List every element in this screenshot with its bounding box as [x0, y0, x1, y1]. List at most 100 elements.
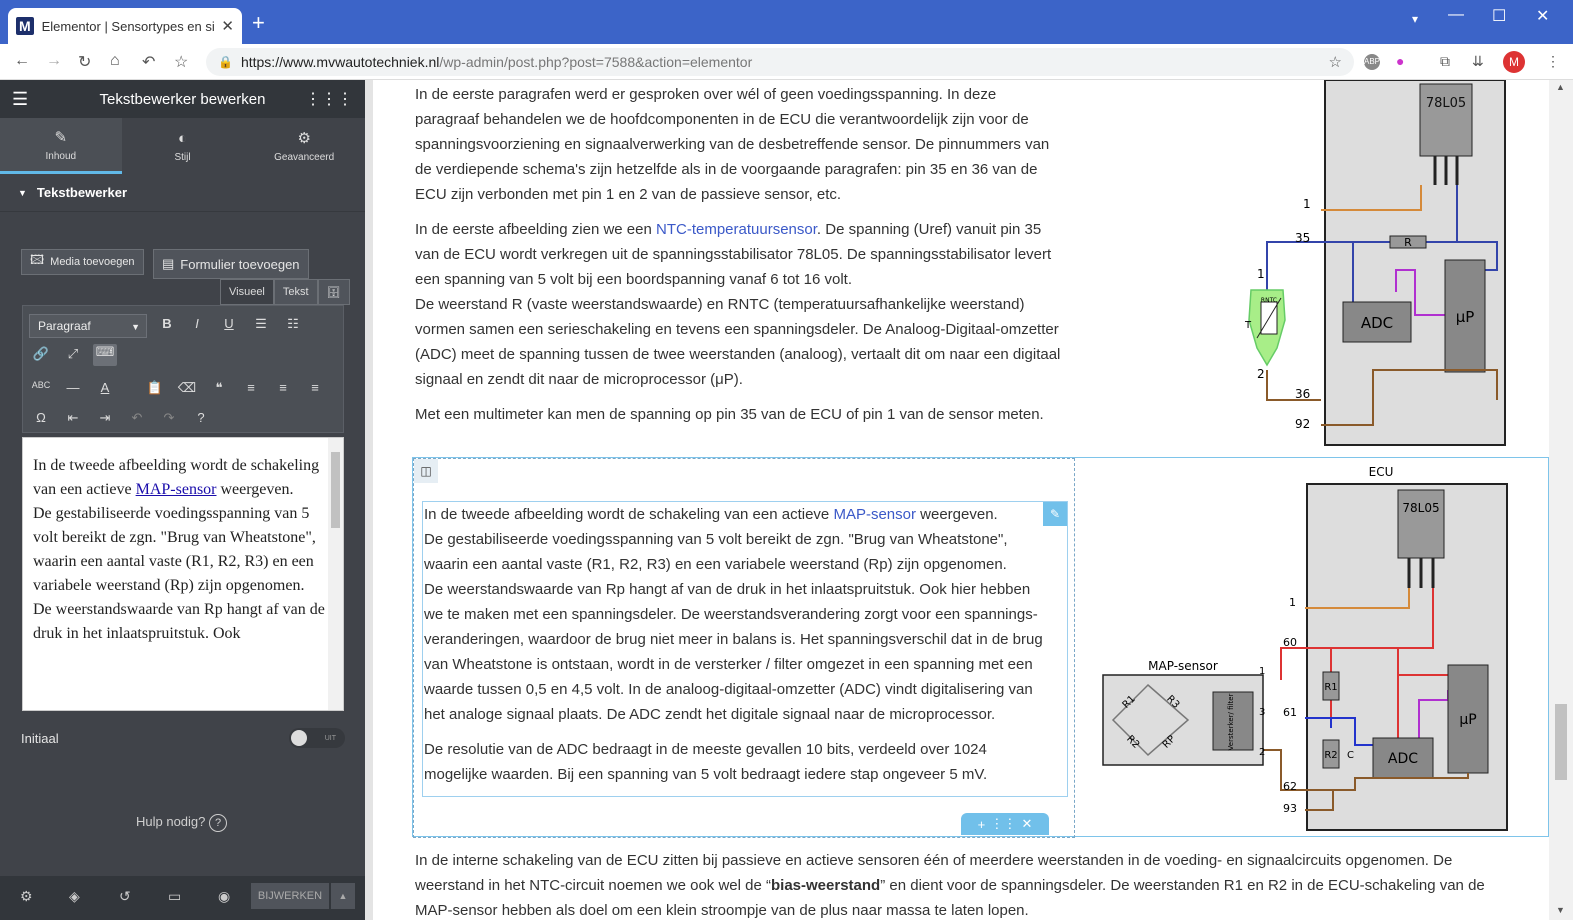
scroll-down-icon[interactable]: ▼ [1556, 905, 1565, 915]
tab-search-icon[interactable]: ▾ [1412, 12, 1418, 26]
add-section-icon[interactable]: + [978, 817, 986, 832]
tab-text[interactable]: Tekst [273, 279, 318, 305]
ntc-link[interactable]: NTC-temperatuursensor [656, 221, 817, 238]
forward-icon[interactable]: → [46, 52, 62, 70]
add-media-label: Media toevoegen [50, 256, 135, 268]
drag-handle-icon[interactable]: ⋮⋮ [990, 816, 1016, 832]
editor-scrollbar[interactable] [328, 438, 343, 710]
outdent-icon[interactable]: ⇤ [63, 410, 83, 426]
adc-label: ADC [1361, 314, 1393, 332]
back-icon[interactable]: ← [14, 52, 30, 70]
update-button[interactable]: BIJWERKEN [251, 883, 329, 909]
initial-label: Initiaal [21, 731, 59, 746]
text-color-icon[interactable]: A [95, 380, 115, 395]
horizontal-line-icon[interactable]: — [63, 380, 83, 395]
reload-icon[interactable]: ↻ [78, 52, 91, 72]
visual-editor[interactable]: In de tweede afbeelding wordt de schakel… [22, 437, 344, 711]
menu-icon[interactable]: ⋮ [1546, 53, 1560, 70]
paste-text-icon[interactable]: 📋 [145, 380, 165, 396]
ecu-pin-label: 61 [1283, 706, 1297, 719]
text-editor-widget[interactable]: ✎ In de tweede afbeelding wordt de schak… [422, 501, 1068, 797]
add-media-button[interactable]: 🖾 Media toevoegen [21, 249, 144, 275]
tab-label: Geavanceerd [274, 152, 335, 163]
pencil-icon: ✎ [54, 128, 68, 146]
column-handle-icon[interactable]: ◫ [414, 459, 438, 483]
hamburger-icon[interactable]: ☰ [12, 89, 28, 110]
panel-header: ☰ Tekstbewerker bewerken ⋮⋮⋮ [0, 80, 365, 118]
new-tab-button[interactable]: + [252, 10, 265, 36]
map-sensor-link[interactable]: MAP-sensor [833, 506, 916, 523]
crop-icon[interactable]: ⧉ [1440, 53, 1450, 70]
responsive-desktop-icon[interactable]: ▭ [168, 888, 181, 905]
delete-section-icon[interactable]: ✕ [1021, 816, 1032, 832]
color-extension-icon[interactable]: ● [1396, 53, 1404, 69]
download-icon[interactable]: ⇊ [1472, 53, 1484, 70]
tab-inhoud[interactable]: ✎ Inhoud [0, 118, 122, 174]
form-icon: ▤ [162, 256, 175, 271]
section-toggle[interactable]: ▼ Tekstbewerker [0, 174, 365, 212]
text: De weerstand R (vaste weerstandswaarde) … [415, 296, 1061, 388]
undo-icon[interactable]: ↶ [127, 410, 147, 426]
avatar[interactable]: M [1503, 51, 1525, 73]
sensor-pin-label: 1 [1259, 666, 1265, 677]
align-right-icon[interactable]: ≡ [305, 380, 325, 395]
scroll-thumb[interactable] [1555, 704, 1567, 780]
redo-icon[interactable]: ↷ [159, 410, 179, 426]
browser-tab[interactable]: M Elementor | Sensortypes en signa ✕ [8, 8, 242, 44]
help-link[interactable]: Hulp nodig? ? [136, 814, 228, 832]
tab-visual[interactable]: Visueel [220, 279, 274, 305]
navigator-layers-icon[interactable]: ◈ [69, 888, 80, 905]
format-select[interactable]: Paragraaf ▼ [29, 314, 147, 338]
bookmark-icon[interactable]: ☆ [174, 52, 188, 72]
close-window-button[interactable]: ✕ [1536, 6, 1549, 26]
close-tab-icon[interactable]: ✕ [221, 17, 234, 35]
scroll-thumb[interactable] [331, 452, 340, 528]
bullet-list-icon[interactable]: ☰ [251, 316, 271, 332]
home-icon[interactable]: ⌂ [110, 52, 120, 70]
link-icon[interactable]: 🔗 [31, 346, 51, 362]
maximize-button[interactable]: ☐ [1492, 6, 1506, 26]
page-scrollbar[interactable]: ▲ ▼ [1549, 80, 1573, 920]
align-left-icon[interactable]: ≡ [241, 380, 261, 395]
paragraph: In de eerste paragrafen werd er gesproke… [415, 86, 1050, 203]
toolbar-toggle-icon[interactable]: ⌨ [93, 344, 117, 366]
fullscreen-icon[interactable]: ⤢ [63, 346, 83, 362]
preview-eye-icon[interactable]: ◉ [218, 888, 230, 905]
update-options-caret[interactable]: ▲ [331, 883, 355, 909]
quote-icon[interactable]: ❝ [209, 380, 229, 396]
special-char-icon[interactable]: Ω [31, 410, 51, 425]
sensor-pin-label: 3 [1259, 707, 1265, 718]
history-icon[interactable]: ↺ [119, 888, 131, 905]
add-form-button[interactable]: ▤ Formulier toevoegen [153, 249, 309, 279]
widgets-grid-icon[interactable]: ⋮⋮⋮ [305, 89, 353, 109]
edit-widget-icon[interactable]: ✎ [1043, 502, 1067, 526]
tab-stijl[interactable]: ◐ Stijl [122, 118, 244, 174]
section-handle[interactable]: + ⋮⋮ ✕ [961, 813, 1049, 835]
ecu-resistor-label: R2 [1324, 750, 1337, 761]
panel-tabs: ✎ Inhoud ◐ Stijl ⚙ Geavanceerd [0, 118, 365, 174]
strikethrough-icon[interactable]: ABC [31, 380, 51, 390]
align-center-icon[interactable]: ≡ [273, 380, 293, 395]
italic-icon[interactable]: I [187, 316, 207, 331]
numbered-list-icon[interactable]: ☷ [283, 316, 303, 332]
underline-icon[interactable]: U [219, 316, 239, 331]
indent-icon[interactable]: ⇥ [95, 410, 115, 426]
initial-toggle[interactable]: UIT [289, 728, 345, 748]
paragraph: Met een multimeter kan men de spanning o… [415, 406, 1044, 423]
undo-icon[interactable]: ↶ [142, 52, 155, 72]
bold-icon[interactable]: B [157, 316, 177, 331]
regulator-label: 78L05 [1402, 501, 1439, 515]
temperature-label: T [1244, 320, 1252, 331]
database-icon[interactable]: 🗄 [317, 279, 350, 305]
star-icon[interactable]: ☆ [1329, 53, 1342, 71]
ecu-pin-label: 1 [1303, 197, 1311, 211]
clear-format-icon[interactable]: ⌫ [177, 380, 197, 396]
adblock-icon[interactable]: ABP [1364, 54, 1380, 70]
help-icon[interactable]: ? [191, 410, 211, 425]
editor-link[interactable]: MAP-sensor [136, 481, 217, 498]
minimize-button[interactable]: — [1448, 6, 1464, 24]
scroll-up-icon[interactable]: ▲ [1556, 82, 1565, 92]
tab-geavanceerd[interactable]: ⚙ Geavanceerd [243, 118, 365, 174]
address-bar[interactable]: 🔒 https://www.mvwautotechniek.nl/wp-admi… [206, 48, 1354, 76]
settings-icon[interactable]: ⚙ [20, 888, 33, 905]
